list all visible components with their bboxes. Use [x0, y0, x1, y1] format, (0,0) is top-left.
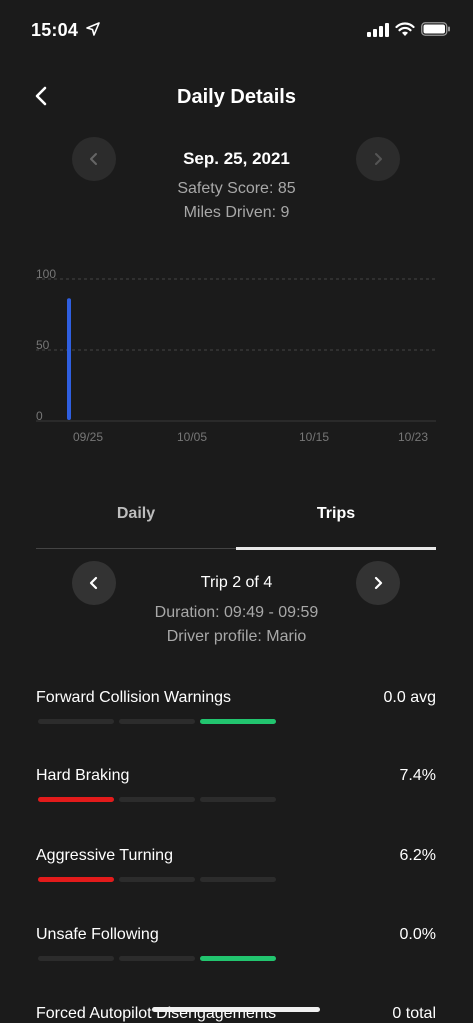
tab-bar: Daily Trips [36, 505, 436, 551]
metric-label: Forward Collision Warnings [36, 689, 232, 706]
metric-aggressive-turning: Aggressive Turning 6.2% [36, 847, 436, 907]
wifi-icon [395, 22, 415, 36]
home-indicator[interactable] [152, 1007, 320, 1012]
status-time: 15:04 [31, 20, 79, 40]
metric-segment-1 [38, 956, 114, 961]
battery-icon [421, 22, 450, 36]
metric-segment-2 [119, 956, 195, 961]
metric-value: 7.4% [399, 767, 436, 784]
chart-x-tick-label: 10/05 [177, 430, 207, 444]
trip-title: Trip 2 of 4 [200, 574, 273, 591]
safety-score-chart: 100 50 0 09/25 10/05 10/15 10/23 [36, 267, 436, 444]
metric-label: Unsafe Following [36, 926, 159, 943]
metric-segment-3 [200, 877, 276, 882]
metric-label: Hard Braking [36, 767, 130, 784]
metric-segment-3 [200, 956, 276, 961]
metric-segment-2 [119, 719, 195, 724]
metric-value: 0.0% [399, 926, 436, 943]
metric-segment-2 [119, 797, 195, 802]
location-arrow-icon [86, 22, 100, 36]
chart-y-tick-label: 50 [36, 338, 50, 352]
metric-forward-collision-warnings: Forward Collision Warnings 0.0 avg [36, 689, 436, 749]
chart-x-tick-label: 09/25 [73, 430, 103, 444]
chart-y-tick-label: 0 [36, 409, 43, 423]
next-trip-button[interactable] [356, 561, 400, 605]
metric-segment-2 [119, 877, 195, 882]
trip-duration: Duration: 09:49 - 09:59 [154, 604, 319, 621]
chart-x-tick-label: 10/15 [299, 430, 329, 444]
metric-value: 0.0 avg [383, 689, 436, 706]
chart-x-tick-label: 10/23 [398, 430, 428, 444]
metric-value: 6.2% [399, 847, 436, 864]
chart-y-tick-label: 100 [36, 267, 56, 281]
cellular-signal-icon [367, 23, 389, 37]
chevron-right-icon [374, 576, 383, 590]
metric-unsafe-following: Unsafe Following 0.0% [36, 926, 436, 986]
next-date-button[interactable] [356, 137, 400, 181]
tab-daily[interactable]: Daily [36, 505, 236, 523]
metric-segment-1 [38, 797, 114, 802]
page-title: Daily Details [177, 86, 296, 108]
metric-segment-1 [38, 719, 114, 724]
chevron-right-icon [375, 153, 382, 165]
tab-trips[interactable]: Trips [236, 505, 436, 523]
status-bar: 15:04 [0, 0, 473, 60]
metric-segment-3 [200, 719, 276, 724]
metric-segment-3 [200, 797, 276, 802]
miles-driven: Miles Driven: 9 [183, 204, 290, 221]
metric-label: Aggressive Turning [36, 847, 173, 864]
metric-segment-1 [38, 877, 114, 882]
metric-hard-braking: Hard Braking 7.4% [36, 767, 436, 827]
metric-value: 0 total [392, 1005, 436, 1022]
safety-score: Safety Score: 85 [177, 180, 296, 197]
driver-profile: Driver profile: Mario [166, 628, 307, 645]
active-tab-indicator [236, 547, 436, 550]
selected-date: Sep. 25, 2021 [183, 149, 290, 168]
